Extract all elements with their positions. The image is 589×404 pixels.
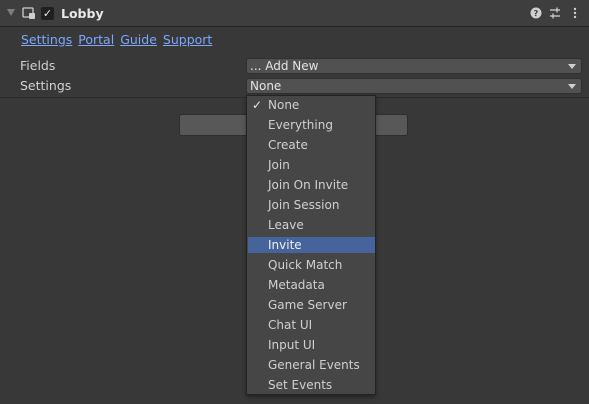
menu-item[interactable]: Game Server <box>248 297 375 313</box>
svg-text:?: ? <box>534 9 539 18</box>
enable-checkbox[interactable]: ✓ <box>41 7 54 20</box>
menu-item[interactable]: Set Events <box>248 377 375 393</box>
link-portal[interactable]: Portal <box>78 32 114 47</box>
checkmark-icon: ✓ <box>252 98 263 112</box>
menu-item[interactable]: Quick Match <box>248 257 375 273</box>
component-header: ✓ Lobby ? <box>0 0 589 27</box>
menu-item-highlighted[interactable]: Invite <box>248 237 375 253</box>
fields-dropdown-value: ... Add New <box>250 59 319 73</box>
fields-label: Fields <box>20 58 56 73</box>
settings-dropdown-value: None <box>250 79 282 93</box>
link-guide[interactable]: Guide <box>120 32 157 47</box>
help-links: Settings Portal Guide Support <box>21 32 218 47</box>
menu-item[interactable]: Everything <box>248 117 375 133</box>
help-icon[interactable]: ? <box>529 6 543 20</box>
more-vertical-icon[interactable] <box>568 6 582 20</box>
settings-dropdown[interactable]: None <box>246 78 582 94</box>
component-title: Lobby <box>61 6 104 21</box>
component-icon <box>22 7 35 19</box>
chevron-down-icon <box>568 84 576 89</box>
menu-item[interactable]: Create <box>248 137 375 153</box>
settings-dropdown-menu: ✓ None Everything Create Join Join On Inv… <box>246 95 376 395</box>
link-support[interactable]: Support <box>163 32 212 47</box>
chevron-down-icon <box>568 64 576 69</box>
presets-icon[interactable] <box>548 6 562 20</box>
menu-item[interactable]: Chat UI <box>248 317 375 333</box>
link-settings[interactable]: Settings <box>21 32 72 47</box>
menu-item[interactable]: Join Session <box>248 197 375 213</box>
menu-item[interactable]: Join On Invite <box>248 177 375 193</box>
menu-item[interactable]: General Events <box>248 357 375 373</box>
menu-item[interactable]: Input UI <box>248 337 375 353</box>
fields-dropdown[interactable]: ... Add New <box>246 58 582 74</box>
menu-item[interactable]: Leave <box>248 217 375 233</box>
menu-item[interactable]: Join <box>248 157 375 173</box>
foldout-triangle-icon[interactable] <box>7 9 15 16</box>
settings-label: Settings <box>20 78 72 93</box>
menu-item[interactable]: Metadata <box>248 277 375 293</box>
menu-item[interactable]: ✓ None <box>248 97 375 113</box>
